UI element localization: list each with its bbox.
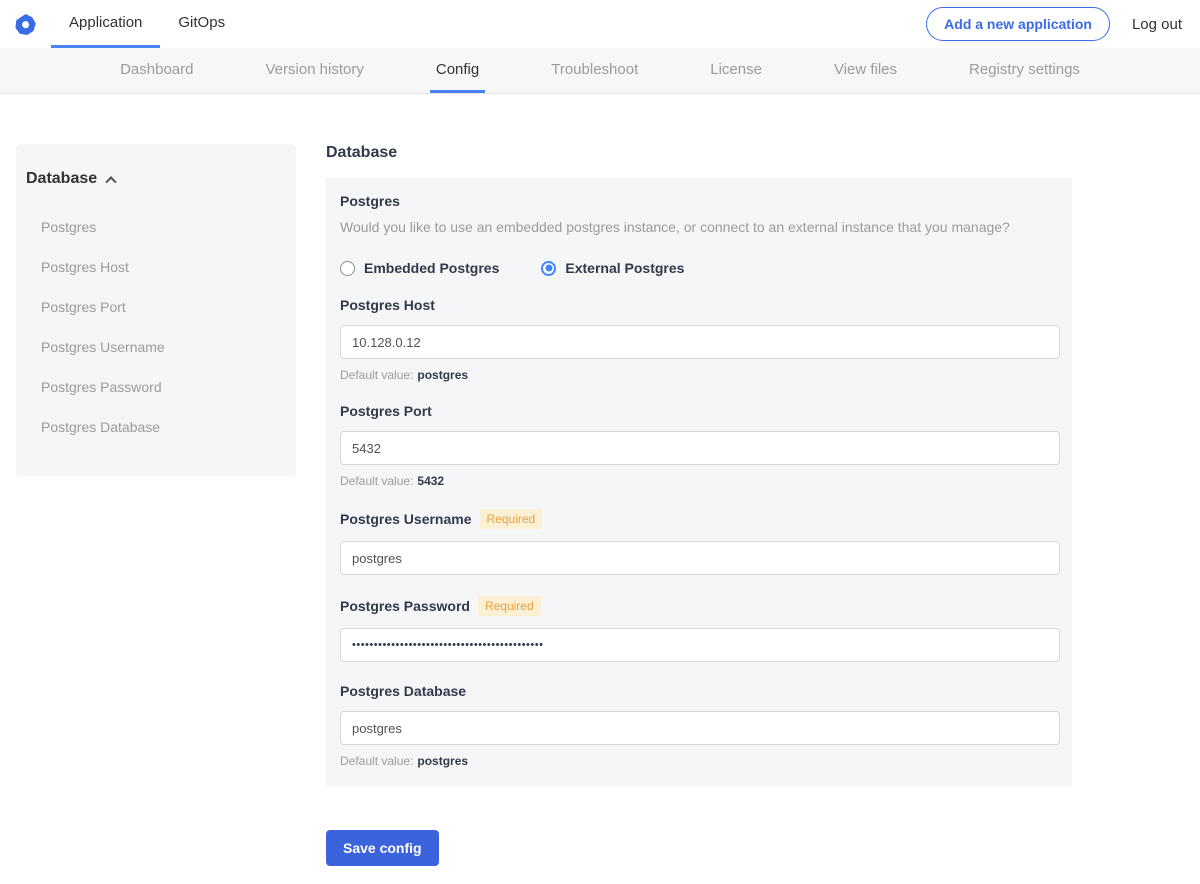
header-right: Add a new application Log out [926,0,1200,48]
subnav-dashboard[interactable]: Dashboard [84,48,229,93]
kots-logo-icon [15,13,36,35]
required-badge: Required [479,509,543,529]
subnav-config-label: Config [429,48,486,93]
postgres-port-default: Default value: 5432 [340,474,1060,488]
postgres-port-input[interactable] [340,431,1060,465]
postgres-database-input[interactable] [340,711,1060,745]
postgres-username-label: Postgres Username [340,511,472,527]
tab-gitops[interactable]: GitOps [160,0,243,48]
subnav-troubleshoot[interactable]: Troubleshoot [515,48,674,93]
subnav-license-label: License [710,60,762,78]
sidebar-item-list: Postgres Postgres Host Postgres Port Pos… [16,210,296,445]
subnav-registry-settings-label: Registry settings [969,60,1080,78]
postgres-host-default: Default value: postgres [340,368,1060,382]
field-postgres-username: Postgres Username Required [340,509,1060,575]
save-config-button[interactable]: Save config [326,830,439,866]
config-sidebar: Database Postgres Postgres Host Postgres… [16,144,296,476]
sidebar-item-postgres[interactable]: Postgres [16,210,296,245]
subnav-view-files-label: View files [833,60,898,78]
app-logo[interactable] [12,0,51,48]
radio-embedded-postgres-label: Embedded Postgres [364,260,500,276]
postgres-database-label: Postgres Database [340,683,467,699]
app-subnav: Dashboard Version history Config Trouble… [0,48,1200,94]
default-label: Default value: [340,368,414,382]
default-label: Default value: [340,754,414,768]
page-title: Database [326,144,398,161]
tab-application-label: Application [69,14,143,31]
default-label: Default value: [340,474,414,488]
subnav-license[interactable]: License [674,48,798,93]
postgres-database-default: Default value: postgres [340,754,1060,768]
postgres-password-input[interactable] [340,628,1060,662]
radio-unchecked-icon[interactable] [340,260,355,276]
field-postgres-host: Postgres Host Default value:postgres [340,297,1060,382]
postgres-username-input[interactable] [340,541,1060,575]
subnav-config[interactable]: Config [400,48,515,93]
sidebar-item-postgres-database[interactable]: Postgres Database [16,410,296,445]
postgres-group-label: Postgres [340,193,400,209]
tab-gitops-label: GitOps [178,14,226,31]
chevron-up-icon [105,176,117,188]
sidebar-item-postgres-password[interactable]: Postgres Password [16,370,296,405]
sidebar-item-postgres-username[interactable]: Postgres Username [16,330,296,365]
postgres-group-help: Would you like to use an embedded postgr… [340,219,1010,235]
config-content: Database Postgres Would you like to use … [326,144,1072,866]
radio-external-postgres[interactable]: External Postgres [541,260,684,276]
default-value: postgres [417,754,469,768]
postgres-mode-radio-group: Embedded Postgres External Postgres [340,260,1060,276]
subnav-troubleshoot-label: Troubleshoot [551,60,639,78]
database-config-panel: Postgres Would you like to use an embedd… [326,178,1072,786]
sidebar-group-label: Database [26,170,98,187]
required-badge: Required [477,596,541,616]
default-value: 5432 [417,474,445,488]
field-postgres-database: Postgres Database Default value:postgres [340,683,1060,768]
logout-button[interactable]: Log out [1132,16,1182,33]
field-postgres-password: Postgres Password Required [340,596,1060,662]
postgres-host-input[interactable] [340,325,1060,359]
sidebar-item-postgres-port[interactable]: Postgres Port [16,290,296,325]
subnav-version-history-label: Version history [265,60,364,78]
radio-embedded-postgres[interactable]: Embedded Postgres [340,260,499,276]
top-header: Application GitOps Add a new application… [0,0,1200,48]
sidebar-item-postgres-host[interactable]: Postgres Host [16,250,296,285]
subnav-view-files[interactable]: View files [798,48,933,93]
radio-external-postgres-label: External Postgres [565,260,685,276]
add-application-button[interactable]: Add a new application [926,7,1110,41]
sidebar-group-database[interactable]: Database [16,170,296,188]
subnav-registry-settings[interactable]: Registry settings [933,48,1116,93]
top-tab-bar: Application GitOps [51,0,243,48]
subnav-dashboard-label: Dashboard [120,60,194,78]
radio-checked-icon[interactable] [541,260,557,276]
field-postgres-port: Postgres Port Default value:5432 [340,403,1060,488]
postgres-password-label: Postgres Password [340,598,470,614]
postgres-host-label: Postgres Host [340,297,435,313]
subnav-version-history[interactable]: Version history [229,48,399,93]
tab-application[interactable]: Application [51,0,161,48]
default-value: postgres [417,368,469,382]
postgres-port-label: Postgres Port [340,403,432,419]
config-page: Database Postgres Postgres Host Postgres… [0,94,1200,866]
